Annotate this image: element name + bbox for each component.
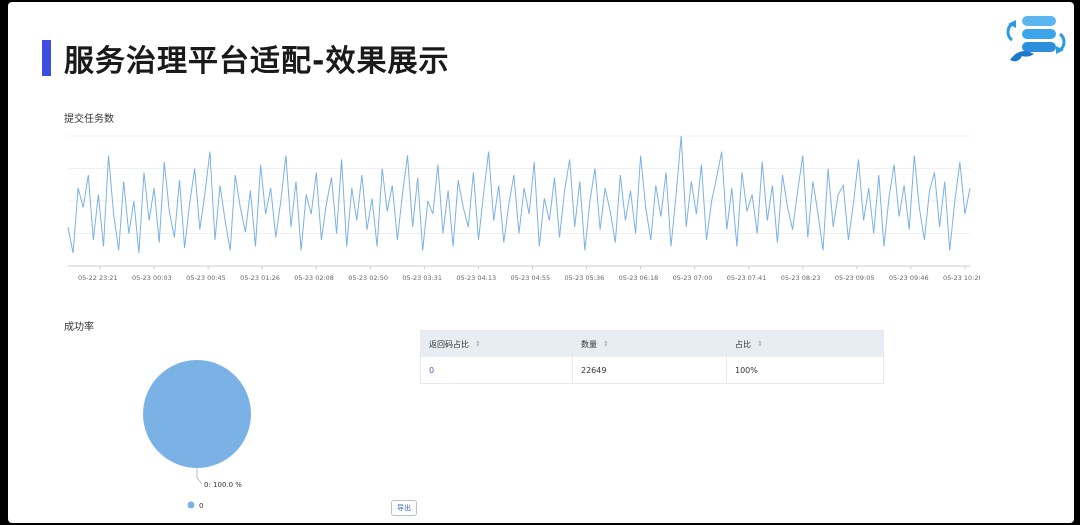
x-tick-label: 05-23 09:05 [835, 274, 875, 282]
x-tick-label: 05-23 09:46 [889, 274, 929, 282]
table-row: 0 22649 100% [421, 357, 883, 383]
x-tick-label: 05-23 05:36 [565, 274, 605, 282]
x-tick-label: 05-23 04:13 [456, 274, 496, 282]
cell-return-code[interactable]: 0 [421, 357, 573, 383]
sort-icon[interactable]: ⇕ [603, 340, 609, 348]
x-tick-label: 05-23 02:50 [348, 274, 388, 282]
table-header: 返回码占比 ⇕ 数量 ⇕ 占比 ⇕ [421, 331, 883, 357]
success-rate-label: 成功率 [64, 322, 94, 333]
x-tick-label: 05-22 23:21 [78, 274, 118, 282]
legend-marker-0 [187, 501, 195, 509]
export-button[interactable]: 导出 [391, 500, 417, 516]
x-tick-label: 05-23 06:18 [619, 274, 659, 282]
pie-label-leader [196, 468, 203, 485]
x-tick-label: 05-23 01:26 [240, 274, 280, 282]
column-header-ratio[interactable]: 占比 ⇕ [727, 331, 883, 357]
slide: 服务治理平台适配-效果展示 提交任务数 05-22 23:21 05-23 00:… [8, 2, 1074, 523]
return-code-table: 返回码占比 ⇕ 数量 ⇕ 占比 ⇕ 0 22649 100% [420, 330, 884, 384]
cell-count: 22649 [573, 357, 727, 383]
title-accent-bar [42, 40, 51, 76]
submit-count-label: 提交任务数 [64, 114, 114, 125]
x-tick-label: 05-23 08:23 [781, 274, 821, 282]
x-tick-label: 05-23 00:03 [132, 274, 172, 282]
x-tick-label: 05-23 00:45 [186, 274, 226, 282]
x-tick-label: 05-23 03:31 [402, 274, 442, 282]
cell-ratio: 100% [735, 365, 758, 375]
sort-icon[interactable]: ⇕ [475, 340, 481, 348]
success-rate-pie-chart: 0: 100.0 % 0 [143, 360, 251, 510]
sort-icon[interactable]: ⇕ [757, 340, 763, 348]
database-sync-dolphin-icon [1006, 16, 1066, 62]
x-tick-label: 05-23 10:28 [943, 274, 980, 282]
column-header-return-code[interactable]: 返回码占比 ⇕ [421, 331, 573, 357]
submit-count-line-chart: 05-22 23:21 05-23 00:03 05-23 00:45 05-23 0… [67, 135, 980, 282]
x-tick-label: 05-23 04:55 [510, 274, 550, 282]
pie-slice-0 [143, 360, 251, 468]
x-tick-label: 05-23 07:41 [727, 274, 767, 282]
page-title: 服务治理平台适配-效果展示 [64, 44, 450, 79]
x-tick-label: 05-23 02:08 [294, 274, 334, 282]
pie-slice-label: 0: 100.0 % [204, 481, 242, 489]
column-header-count[interactable]: 数量 ⇕ [573, 331, 727, 357]
series-line [67, 135, 971, 254]
x-tick-label: 05-23 07:00 [673, 274, 713, 282]
legend-label-0: 0 [199, 502, 203, 510]
